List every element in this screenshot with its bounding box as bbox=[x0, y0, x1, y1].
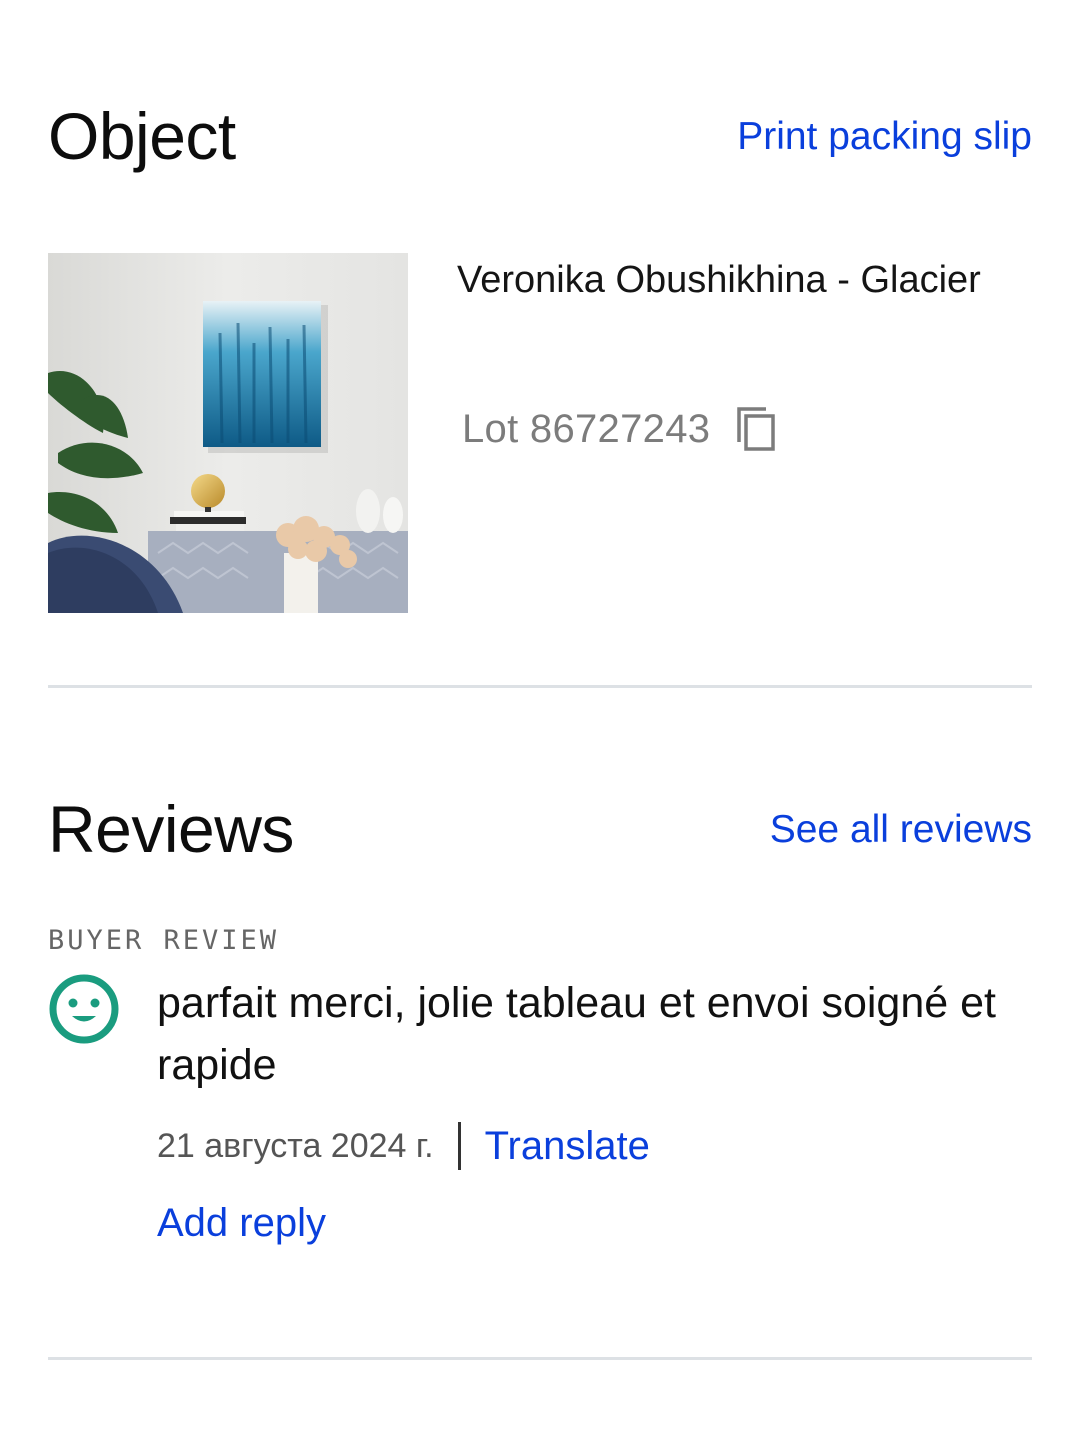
object-title[interactable]: Veronika Obushikhina - Glacier bbox=[457, 253, 1017, 307]
buyer-review-label: BUYER REVIEW bbox=[48, 925, 280, 956]
reviews-section-title: Reviews bbox=[48, 792, 294, 866]
reviews-section-header: Reviews See all reviews bbox=[48, 793, 1032, 865]
copy-icon[interactable] bbox=[736, 406, 776, 452]
section-divider bbox=[48, 685, 1032, 688]
artwork-thumbnail[interactable] bbox=[48, 253, 408, 613]
translate-link[interactable]: Translate bbox=[485, 1124, 650, 1169]
section-divider bbox=[48, 1357, 1032, 1360]
see-all-reviews-link[interactable]: See all reviews bbox=[770, 810, 1032, 849]
lot-row: Lot 86727243 bbox=[462, 404, 776, 454]
object-section-title: Object bbox=[48, 99, 236, 173]
review-text: parfait merci, jolie tableau et envoi so… bbox=[157, 979, 996, 1089]
review-date: 21 августа 2024 г. bbox=[157, 1126, 434, 1165]
print-packing-slip-link[interactable]: Print packing slip bbox=[737, 117, 1032, 156]
smiley-face-icon bbox=[49, 974, 119, 1044]
object-section-header: Object Print packing slip bbox=[48, 100, 1032, 172]
artwork-photo bbox=[48, 253, 408, 613]
add-reply-link[interactable]: Add reply bbox=[157, 1198, 326, 1248]
lot-number: Lot 86727243 bbox=[462, 406, 711, 451]
meta-separator bbox=[457, 1122, 461, 1170]
review-meta: 21 августа 2024 г. Translate bbox=[157, 1121, 650, 1171]
